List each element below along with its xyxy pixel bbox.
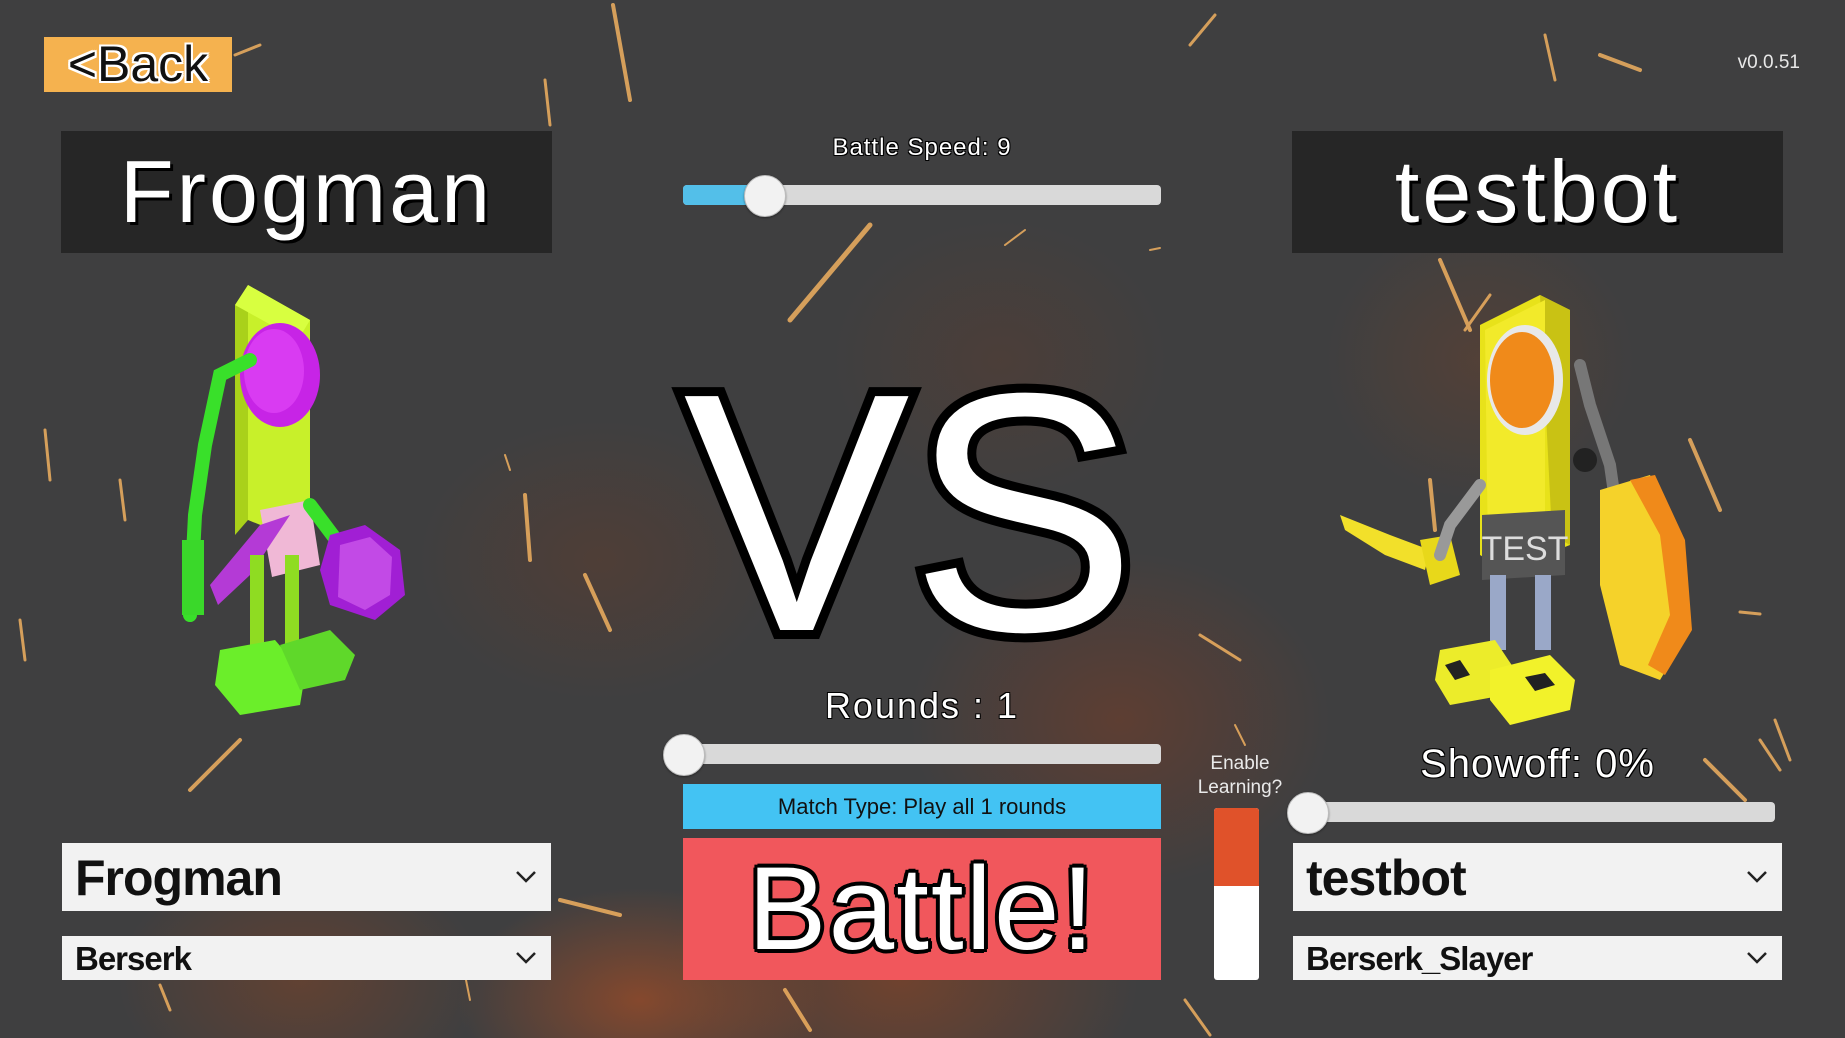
left-strategy-dropdown-value: Berserk [75, 940, 192, 977]
rounds-handle[interactable] [663, 734, 705, 776]
battle-speed-label: Battle Speed: 9 [832, 134, 1012, 161]
right-strategy-dropdown-value: Berserk_Slayer [1306, 940, 1533, 977]
chevron-down-icon [516, 871, 536, 883]
battle-button[interactable]: Battle! [683, 838, 1161, 980]
chevron-down-icon [516, 952, 536, 964]
svg-text:VS: VS [683, 330, 1137, 670]
right-player-name: testbot [1292, 131, 1783, 253]
left-bot-dropdown-value: Frogman [75, 850, 283, 906]
left-player-name: Frogman [61, 131, 552, 253]
rounds-slider[interactable] [663, 734, 1161, 776]
right-bot-dropdown[interactable]: testbot [1293, 843, 1782, 911]
enable-learning-label-line1: Enable [1210, 753, 1270, 774]
vs-text: VS [674, 330, 1146, 670]
enable-learning-toggle[interactable] [1214, 808, 1259, 980]
svg-text:TEST: TEST [1482, 530, 1569, 568]
match-type-button[interactable]: Match Type: Play all 1 rounds [683, 784, 1161, 829]
showoff-slider[interactable] [1287, 792, 1775, 834]
rounds-label: Rounds : 1 [824, 685, 1020, 726]
testbot-character: TEST [1340, 295, 1692, 725]
back-button[interactable]: <Back [44, 37, 232, 92]
right-strategy-dropdown[interactable]: Berserk_Slayer [1293, 936, 1782, 980]
chevron-down-icon [1747, 952, 1767, 964]
enable-learning-label: Enable Learning? [1185, 752, 1295, 800]
left-bot-dropdown[interactable]: Frogman [62, 843, 551, 911]
right-bot-dropdown-value: testbot [1306, 850, 1467, 906]
frogman-character [182, 285, 405, 715]
left-strategy-dropdown[interactable]: Berserk [62, 936, 551, 980]
version-label: v0.0.51 [1737, 52, 1800, 73]
chevron-down-icon [1747, 871, 1767, 883]
battle-speed-handle[interactable] [744, 175, 787, 217]
showoff-handle[interactable] [1287, 792, 1329, 834]
enable-learning-label-line2: Learning? [1197, 777, 1283, 798]
enable-learning-toggle-on [1214, 808, 1259, 886]
showoff-label: Showoff: 0% [1420, 742, 1655, 786]
battle-speed-slider[interactable] [683, 175, 1161, 217]
